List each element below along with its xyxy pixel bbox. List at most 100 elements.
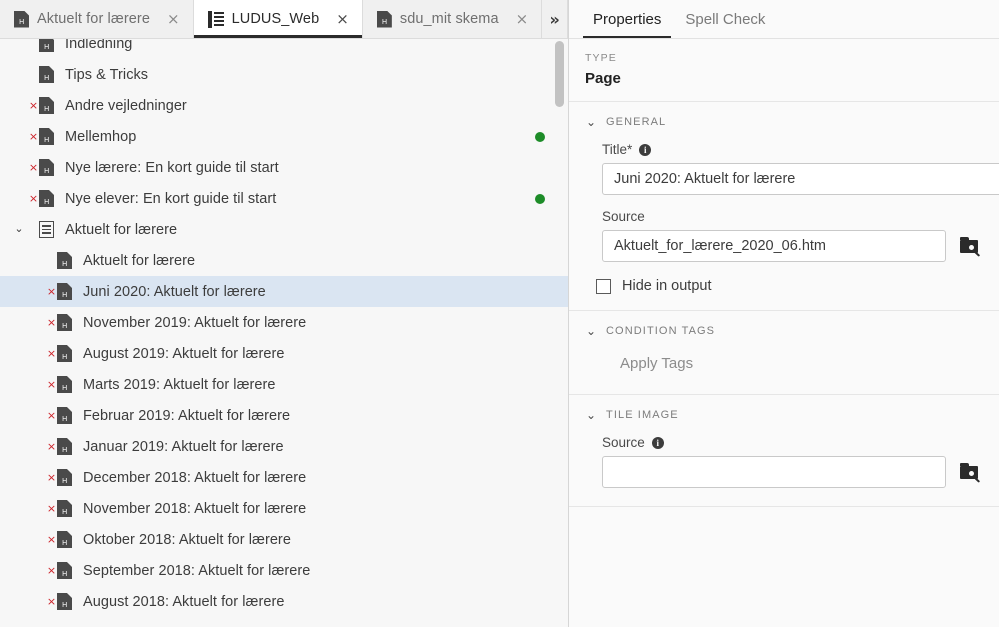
html-icon-letter: H	[44, 136, 49, 144]
project-tree: H Indledning H Tips & Tricks × H Andre vejledn…	[0, 39, 568, 627]
html-page-icon: H	[14, 10, 29, 28]
chevron-down-icon[interactable]: ⌄	[10, 224, 28, 235]
broken-link-x-icon: ×	[46, 316, 57, 329]
tab-sdu-mit-skema[interactable]: H sdu_mit skema ×	[362, 0, 543, 38]
tree-item-label: August 2018: Aktuelt for lærere	[83, 593, 285, 610]
tree-item[interactable]: H Indledning	[0, 39, 568, 59]
apply-tags-button[interactable]: Apply Tags	[585, 337, 983, 394]
tree-item[interactable]: × H November 2019: Aktuelt for lærere	[0, 307, 568, 338]
html-icon-letter: H	[44, 105, 49, 113]
tile-image-section: ⌄ TILE IMAGE Source i	[569, 395, 999, 507]
tree-item-label: Aktuelt for lærere	[83, 252, 196, 269]
tree-item[interactable]: × H Mellemhop	[0, 121, 568, 152]
html-icon-letter: H	[44, 43, 49, 51]
tab-ludus-web[interactable]: LUDUS_Web ×	[193, 0, 363, 38]
tree-item[interactable]: × H Nye lærere: En kort guide til start	[0, 152, 568, 183]
html-icon-letter: H	[62, 260, 67, 268]
broken-link-x-icon: ×	[46, 440, 57, 453]
tree-item[interactable]: × H Andre vejledninger	[0, 90, 568, 121]
html-icon-letter: H	[62, 353, 67, 361]
tree-item[interactable]: × H Marts 2019: Aktuelt for lærere	[0, 369, 568, 400]
source-field-group: Source Aktuelt_for_lærere_2020_06.htm	[585, 209, 983, 262]
tree-item-label: Nye lærere: En kort guide til start	[65, 159, 279, 176]
tile-source-label-row: Source i	[602, 435, 983, 450]
html-page-icon: H	[39, 39, 54, 52]
tab-label: sdu_mit skema	[399, 11, 499, 27]
tree-item[interactable]: × H August 2018: Aktuelt for lærere	[0, 586, 568, 617]
hide-in-output-label: Hide in output	[622, 278, 712, 294]
close-icon[interactable]: ×	[167, 11, 180, 27]
html-icon-letter: H	[44, 167, 49, 175]
hide-in-output-row[interactable]: Hide in output	[585, 262, 983, 310]
html-page-icon: H	[39, 66, 54, 83]
tree-item[interactable]: H Tips & Tricks	[0, 59, 568, 90]
tree-item[interactable]: × H Februar 2019: Aktuelt for lærere	[0, 400, 568, 431]
tile-source-input[interactable]	[602, 456, 946, 488]
browse-folder-icon[interactable]	[960, 462, 981, 483]
info-icon[interactable]: i	[651, 436, 664, 449]
close-icon[interactable]: ×	[336, 11, 349, 27]
html-page-icon: H	[57, 252, 72, 269]
broken-link-x-icon: ×	[46, 409, 57, 422]
broken-link-x-icon: ×	[28, 192, 39, 205]
tab-spell-check[interactable]: Spell Check	[673, 0, 777, 38]
document-tab-strip: H Aktuelt for lærere × LUDUS_Web × H sdu…	[0, 0, 568, 39]
tree-item-label: Januar 2019: Aktuelt for lærere	[83, 438, 284, 455]
tree-item-label: December 2018: Aktuelt for lærere	[83, 469, 307, 486]
tab-spell-check-label: Spell Check	[685, 10, 766, 28]
html-icon-letter: H	[62, 291, 67, 299]
html-icon-letter: H	[382, 19, 387, 26]
general-section-header[interactable]: ⌄ GENERAL	[585, 102, 983, 128]
html-icon-letter: H	[44, 198, 49, 206]
tree-item-label: August 2019: Aktuelt for lærere	[83, 345, 285, 362]
condition-tags-section-header[interactable]: ⌄ CONDITION TAGS	[585, 311, 983, 337]
hide-in-output-checkbox[interactable]	[596, 278, 611, 294]
html-page-icon: H	[57, 469, 72, 486]
tile-image-section-header[interactable]: ⌄ TILE IMAGE	[585, 395, 983, 421]
tree-item[interactable]: × H Januar 2019: Aktuelt for lærere	[0, 431, 568, 462]
html-icon-letter: H	[62, 477, 67, 485]
tab-properties[interactable]: Properties	[581, 0, 673, 38]
tree-item[interactable]: × H December 2018: Aktuelt for lærere	[0, 462, 568, 493]
tree-item[interactable]: × H Oktober 2018: Aktuelt for lærere	[0, 524, 568, 555]
html-icon-letter: H	[62, 601, 67, 609]
source-input[interactable]: Aktuelt_for_lærere_2020_06.htm	[602, 230, 946, 262]
scrollbar-thumb[interactable]	[555, 41, 564, 107]
tab-aktuelt-for-laerere[interactable]: H Aktuelt for lærere ×	[0, 0, 194, 38]
html-page-icon: H	[57, 562, 72, 579]
tree-item[interactable]: × H Juni 2020: Aktuelt for lærere	[0, 276, 568, 307]
info-icon[interactable]: i	[639, 143, 652, 156]
tree-item-label: Juni 2020: Aktuelt for lærere	[83, 283, 266, 300]
broken-link-x-icon: ×	[46, 533, 57, 546]
type-value: Page	[585, 70, 621, 87]
condition-tags-section-title: CONDITION TAGS	[606, 325, 716, 337]
html-icon-letter: H	[19, 19, 24, 26]
html-icon-letter: H	[62, 539, 67, 547]
tab-label: Aktuelt for lærere	[37, 11, 151, 27]
chevron-down-icon: ⌄	[585, 324, 597, 338]
html-page-icon: H	[57, 283, 72, 300]
tab-overflow-button[interactable]: »	[542, 0, 568, 38]
browse-folder-icon[interactable]	[960, 236, 981, 257]
tree-item[interactable]: × H Nye elever: En kort guide til start	[0, 183, 568, 214]
html-page-icon: H	[39, 128, 54, 145]
html-page-icon: H	[57, 314, 72, 331]
tree-item[interactable]: × H September 2018: Aktuelt for lærere	[0, 555, 568, 586]
broken-link-x-icon: ×	[28, 161, 39, 174]
properties-pane: Properties Spell Check TYPE Page ⌄ GENER…	[569, 0, 999, 627]
html-page-icon: H	[57, 531, 72, 548]
title-input[interactable]: Juni 2020: Aktuelt for lærere	[602, 163, 999, 195]
chevron-down-icon: ⌄	[585, 408, 597, 422]
tab-properties-label: Properties	[593, 10, 662, 28]
close-icon[interactable]: ×	[516, 11, 529, 27]
broken-link-x-icon: ×	[46, 378, 57, 391]
tree-item[interactable]: × H August 2019: Aktuelt for lærere	[0, 338, 568, 369]
topic-folder-icon	[39, 221, 54, 238]
title-field-label: Title*	[602, 142, 633, 157]
tree-vertical-scrollbar[interactable]	[555, 39, 564, 627]
tree-item[interactable]: H Aktuelt for lærere	[0, 245, 568, 276]
tile-source-label: Source	[602, 435, 645, 450]
tree-item[interactable]: × H November 2018: Aktuelt for lærere	[0, 493, 568, 524]
general-section: ⌄ GENERAL Title* i Juni 2020: Aktuelt fo…	[569, 102, 999, 311]
tree-item[interactable]: ⌄ Aktuelt for lærere	[0, 214, 568, 245]
